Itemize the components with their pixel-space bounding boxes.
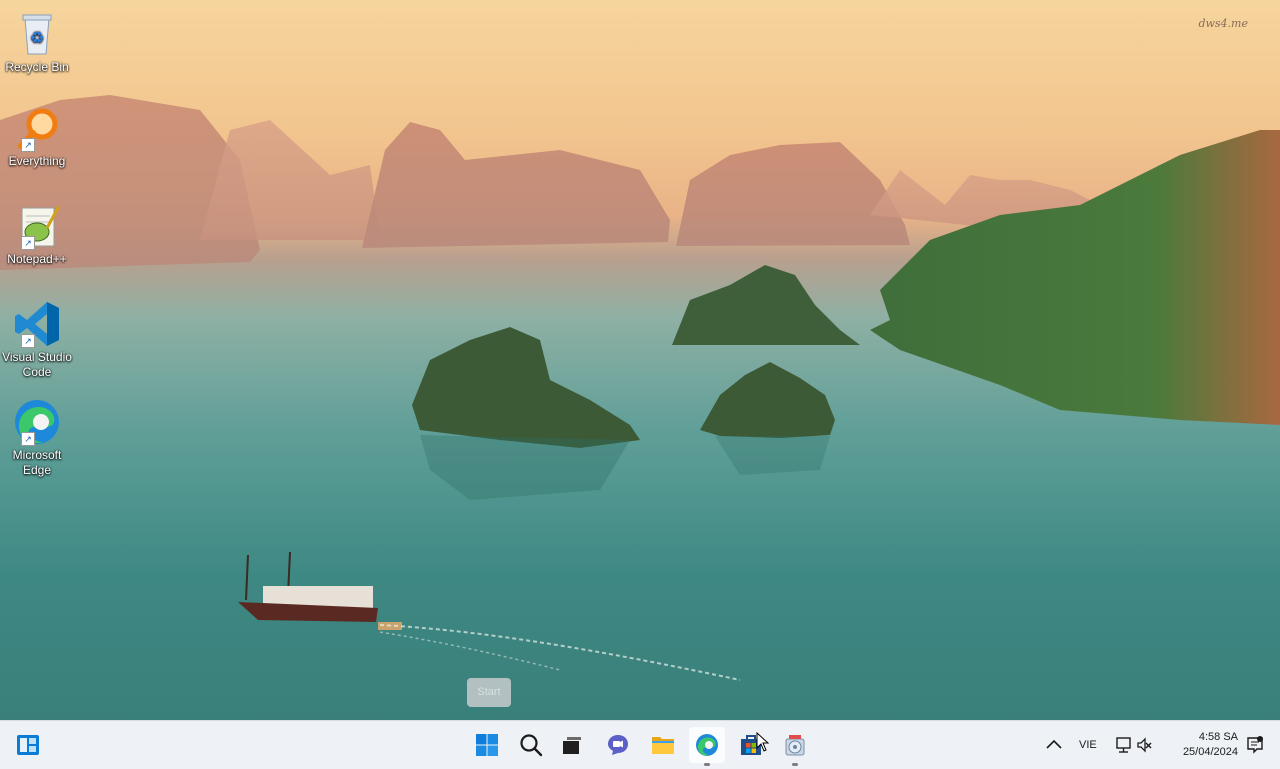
clock-time: 4:58 SA: [1198, 731, 1238, 743]
desktop-icon-microsoft-edge[interactable]: ↗ Microsoft Edge: [2, 398, 72, 478]
widgets-icon: [17, 735, 39, 755]
input-language-indicator[interactable]: VIE: [1079, 739, 1097, 751]
desktop[interactable]: dws4.me ♻ Recycle Bin ↗ Everything ↗ Not…: [0, 0, 1280, 720]
chat-button[interactable]: [600, 727, 636, 763]
notepad-plus-plus-icon: ↗: [13, 202, 61, 250]
recycle-bin-icon: ♻: [13, 10, 61, 58]
desktop-icon-recycle-bin[interactable]: ♻ Recycle Bin: [2, 10, 72, 75]
clock[interactable]: 4:58 SA 25/04/2024: [1183, 730, 1238, 760]
wallpaper-watermark: dws4.me: [1198, 17, 1248, 30]
installer-icon: [785, 735, 805, 756]
chat-icon: [608, 735, 628, 755]
notification-button[interactable]: [1240, 727, 1270, 763]
start-tooltip: Start: [467, 678, 511, 707]
junk-boat: [238, 551, 402, 630]
desktop-icon-everything[interactable]: ↗ Everything: [2, 104, 72, 169]
clock-date: 25/04/2024: [1182, 746, 1238, 758]
desktop-icon-label: Everything: [8, 154, 66, 168]
task-view-button[interactable]: [554, 727, 590, 763]
shortcut-arrow-icon: ↗: [21, 138, 35, 152]
desktop-icon-label: Microsoft Edge: [12, 448, 62, 477]
desktop-icon-notepad-plus-plus[interactable]: ↗ Notepad++: [2, 202, 72, 267]
folder-icon: [652, 737, 674, 754]
desktop-icon-label: Visual Studio Code: [2, 350, 72, 379]
shortcut-arrow-icon: ↗: [21, 236, 35, 250]
network-icon: [1116, 737, 1131, 753]
desktop-icon-label: Notepad++: [7, 252, 67, 266]
edge-icon: [696, 734, 718, 756]
tray-overflow-button[interactable]: [1036, 727, 1070, 763]
file-explorer-button[interactable]: [645, 727, 681, 763]
mouse-cursor-icon: [756, 732, 770, 752]
desktop-icon-label: Recycle Bin: [5, 60, 69, 74]
vscode-icon: ↗: [13, 300, 61, 348]
quick-settings-button[interactable]: [1108, 727, 1160, 763]
installer-button[interactable]: [777, 727, 813, 766]
desktop-icon-vscode[interactable]: ↗ Visual Studio Code: [2, 300, 72, 380]
windows-logo-icon: [476, 734, 498, 756]
volume-muted-icon: [1137, 737, 1152, 753]
shortcut-arrow-icon: ↗: [21, 432, 35, 446]
start-button[interactable]: [469, 727, 505, 763]
edge-icon: ↗: [13, 398, 61, 446]
notification-icon: [1247, 736, 1263, 754]
widgets-button[interactable]: [10, 727, 46, 763]
wallpaper: [0, 95, 1280, 681]
task-view-icon: [563, 737, 581, 754]
chevron-up-icon: [1046, 739, 1062, 749]
search-button[interactable]: [513, 727, 549, 763]
svg-text:♻: ♻: [30, 28, 44, 47]
taskbar: VIE 4:58 SA 25/04/2024: [0, 720, 1280, 769]
everything-search-icon: ↗: [13, 104, 61, 152]
search-icon: [520, 734, 543, 757]
shortcut-arrow-icon: ↗: [21, 334, 35, 348]
edge-button[interactable]: [689, 727, 725, 766]
